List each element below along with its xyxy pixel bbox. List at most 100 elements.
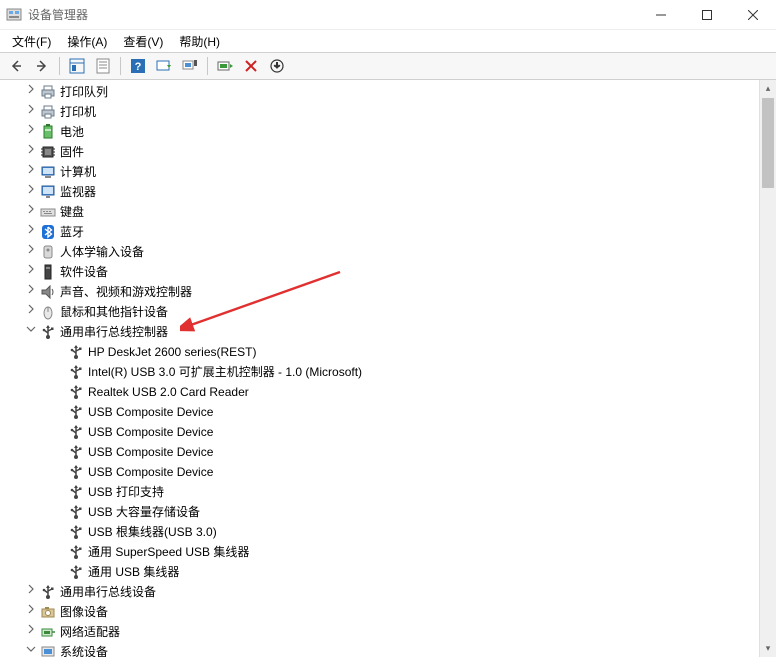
menu-view[interactable]: 查看(V): [115, 31, 171, 52]
tree-item[interactable]: 通用串行总线控制器: [12, 322, 776, 342]
tree-item[interactable]: 鼠标和其他指针设备: [12, 302, 776, 322]
tree-item-label: 计算机: [60, 162, 96, 182]
keyboard-icon: [40, 204, 56, 220]
tree-item[interactable]: 蓝牙: [12, 222, 776, 242]
menu-action[interactable]: 操作(A): [59, 31, 115, 52]
update-driver-button[interactable]: [213, 54, 237, 78]
expander-icon[interactable]: [24, 602, 38, 622]
tree-item[interactable]: 固件: [12, 142, 776, 162]
expander-icon[interactable]: [24, 622, 38, 642]
tree-item-label: USB Composite Device: [88, 402, 213, 422]
expander-icon[interactable]: [24, 582, 38, 602]
expander-icon[interactable]: [24, 222, 38, 242]
network-icon: [40, 624, 56, 640]
printer-icon: [40, 104, 56, 120]
usb-icon: [68, 564, 84, 580]
tree-item-label: 通用 SuperSpeed USB 集线器: [88, 542, 249, 562]
expander-icon[interactable]: [24, 242, 38, 262]
printer-icon: [40, 84, 56, 100]
tree-item[interactable]: 人体学输入设备: [12, 242, 776, 262]
tree-item[interactable]: USB Composite Device: [12, 442, 776, 462]
scan-hardware-button[interactable]: [152, 54, 176, 78]
expander-icon[interactable]: [24, 102, 38, 122]
expander-icon[interactable]: [24, 302, 38, 322]
expander-icon[interactable]: [24, 282, 38, 302]
tree-item[interactable]: 网络适配器: [12, 622, 776, 642]
vertical-scrollbar[interactable]: ▴ ▾: [759, 80, 776, 657]
tree-item[interactable]: Realtek USB 2.0 Card Reader: [12, 382, 776, 402]
minimize-button[interactable]: [638, 0, 684, 30]
monitor-icon: [40, 184, 56, 200]
tree-item[interactable]: USB Composite Device: [12, 462, 776, 482]
usb-icon: [68, 404, 84, 420]
close-button[interactable]: [730, 0, 776, 30]
maximize-button[interactable]: [684, 0, 730, 30]
tree-item[interactable]: 软件设备: [12, 262, 776, 282]
device-view-button[interactable]: [178, 54, 202, 78]
expander-icon[interactable]: [24, 642, 38, 657]
tree-item[interactable]: HP DeskJet 2600 series(REST): [12, 342, 776, 362]
tree-item-label: 通用 USB 集线器: [88, 562, 179, 582]
expander-icon[interactable]: [24, 322, 38, 342]
tree-item[interactable]: USB Composite Device: [12, 402, 776, 422]
system-icon: [40, 644, 56, 657]
scroll-up-icon[interactable]: ▴: [760, 80, 776, 97]
menu-file[interactable]: 文件(F): [4, 31, 59, 52]
tree-item-label: USB 打印支持: [88, 482, 164, 502]
tree-item[interactable]: 打印机: [12, 102, 776, 122]
expander-icon[interactable]: [24, 182, 38, 202]
show-hide-console-tree-button[interactable]: [65, 54, 89, 78]
tree-item[interactable]: 监视器: [12, 182, 776, 202]
expander-icon[interactable]: [24, 202, 38, 222]
expander-icon[interactable]: [24, 142, 38, 162]
forward-button[interactable]: [30, 54, 54, 78]
tree-item[interactable]: 声音、视频和游戏控制器: [12, 282, 776, 302]
tree-item[interactable]: 通用串行总线设备: [12, 582, 776, 602]
scrollbar-thumb[interactable]: [762, 98, 774, 188]
toolbar: ?: [0, 52, 776, 80]
uninstall-button[interactable]: [239, 54, 263, 78]
usb-icon: [68, 544, 84, 560]
expander-icon[interactable]: [24, 162, 38, 182]
scroll-down-icon[interactable]: ▾: [760, 640, 776, 657]
tree-item[interactable]: USB 打印支持: [12, 482, 776, 502]
tree-item[interactable]: USB 大容量存储设备: [12, 502, 776, 522]
tree-item[interactable]: 计算机: [12, 162, 776, 182]
tree-item[interactable]: 系统设备: [12, 642, 776, 657]
usb-icon: [40, 324, 56, 340]
tree-item-label: HP DeskJet 2600 series(REST): [88, 342, 257, 362]
expander-icon[interactable]: [24, 262, 38, 282]
tree-item-label: 通用串行总线设备: [60, 582, 156, 602]
tree-item-label: USB 根集线器(USB 3.0): [88, 522, 217, 542]
back-button[interactable]: [4, 54, 28, 78]
tree-item-label: USB Composite Device: [88, 442, 213, 462]
chip-icon: [40, 144, 56, 160]
tree-item[interactable]: 通用 SuperSpeed USB 集线器: [12, 542, 776, 562]
svg-text:?: ?: [135, 61, 142, 73]
tree-item[interactable]: USB 根集线器(USB 3.0): [12, 522, 776, 542]
tree-item-label: 人体学输入设备: [60, 242, 144, 262]
tree-item-label: 键盘: [60, 202, 84, 222]
tree-item[interactable]: 通用 USB 集线器: [12, 562, 776, 582]
tree-item[interactable]: Intel(R) USB 3.0 可扩展主机控制器 - 1.0 (Microso…: [12, 362, 776, 382]
tree-item-label: USB Composite Device: [88, 422, 213, 442]
tree-item[interactable]: 电池: [12, 122, 776, 142]
tree-item[interactable]: 打印队列: [12, 82, 776, 102]
tree-item-label: Realtek USB 2.0 Card Reader: [88, 382, 249, 402]
device-tree[interactable]: 打印队列 打印机 电池 固件 计算机 监视器 键盘 蓝牙 人体学输入设备 软件设…: [0, 80, 776, 657]
properties-button[interactable]: [91, 54, 115, 78]
expander-icon[interactable]: [24, 82, 38, 102]
usb-icon: [68, 344, 84, 360]
disable-button[interactable]: [265, 54, 289, 78]
hid-icon: [40, 244, 56, 260]
tree-item-label: Intel(R) USB 3.0 可扩展主机控制器 - 1.0 (Microso…: [88, 362, 362, 382]
tree-item[interactable]: 键盘: [12, 202, 776, 222]
help-button[interactable]: ?: [126, 54, 150, 78]
tree-item[interactable]: 图像设备: [12, 602, 776, 622]
menu-help[interactable]: 帮助(H): [171, 31, 228, 52]
usb-icon: [68, 424, 84, 440]
tree-item[interactable]: USB Composite Device: [12, 422, 776, 442]
usb-icon: [68, 464, 84, 480]
expander-icon[interactable]: [24, 122, 38, 142]
camera-icon: [40, 604, 56, 620]
